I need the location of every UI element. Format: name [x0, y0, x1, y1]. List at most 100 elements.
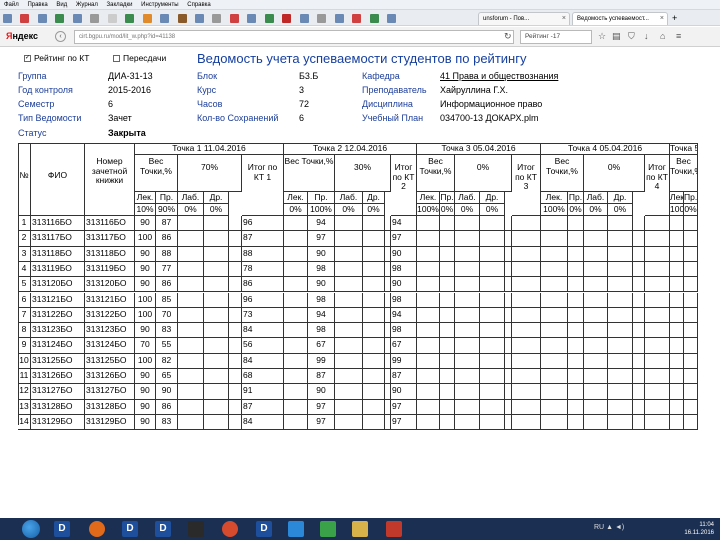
retake-checkbox[interactable]: Пересдачи — [113, 53, 166, 63]
page-title: Ведомость учета успеваемости студентов п… — [197, 51, 527, 66]
tab-label: Ведомость успеваемост... — [577, 16, 649, 22]
bookmark-icon[interactable] — [37, 14, 47, 23]
menu-icon[interactable]: ≡ — [676, 32, 681, 41]
bookmark-icon[interactable] — [352, 14, 362, 23]
bookmark-icon[interactable] — [194, 14, 204, 23]
record-book: 313127БО — [85, 384, 135, 400]
grade-cell — [541, 307, 568, 324]
tab-close-icon[interactable]: × — [562, 13, 566, 25]
bookmark-icon[interactable] — [90, 14, 100, 23]
grade-cell: 90 — [135, 246, 156, 262]
bookmark-icon[interactable] — [20, 14, 30, 23]
grade-cell — [670, 369, 684, 385]
grade-cell: 68 — [242, 369, 284, 385]
menu-edit[interactable]: Правка — [27, 2, 47, 8]
network-icon[interactable]: ▲ — [606, 524, 615, 531]
bookmark-icon[interactable] — [177, 14, 187, 23]
back-button[interactable]: ‹ — [55, 31, 66, 42]
tab-unsforum[interactable]: unsforum - Пов... × — [478, 12, 570, 25]
checkbox-icon[interactable] — [113, 55, 120, 63]
grade-cell — [178, 323, 204, 339]
shield-icon[interactable]: ⛉ — [628, 32, 635, 41]
new-tab-button[interactable]: + — [670, 12, 684, 25]
url-input[interactable]: cirt.bgpu.ru/mod/lit_w.php?id=41138 — [74, 30, 514, 44]
star-icon[interactable]: ☆ — [598, 32, 606, 41]
grade-cell — [417, 277, 440, 293]
checkbox-icon[interactable]: ✓ — [24, 55, 31, 63]
record-book: 313120БО — [85, 277, 135, 293]
type-value: Зачет — [108, 113, 132, 123]
grade-cell — [480, 216, 505, 232]
sub-weight: 100% — [417, 204, 440, 216]
bookmark-icon[interactable] — [160, 14, 170, 23]
grade-cell — [204, 231, 229, 247]
bookmark-icon[interactable] — [3, 14, 12, 23]
reload-icon[interactable]: ↻ — [504, 32, 512, 41]
grade-cell — [684, 353, 698, 369]
menu-tools[interactable]: Инструменты — [141, 2, 178, 8]
bookmark-icon[interactable] — [229, 14, 239, 23]
bookmark-icon[interactable] — [282, 14, 292, 23]
download-icon[interactable]: ↓ — [644, 32, 649, 41]
bookmark-icon[interactable] — [386, 14, 396, 23]
tab-close-icon[interactable]: × — [660, 13, 664, 25]
folder-icon[interactable] — [352, 521, 368, 537]
grade-cell: 83 — [156, 323, 178, 339]
grade-cell: 90 — [308, 246, 335, 262]
taskbar-app-d[interactable]: D — [256, 521, 272, 537]
taskbar-app-d[interactable]: D — [155, 521, 171, 537]
bookmark-icon[interactable] — [107, 14, 117, 23]
home-icon[interactable]: ⌂ — [660, 32, 665, 41]
yandex-logo[interactable]: Яндекс — [6, 31, 38, 41]
rating-checkbox[interactable]: ✓ Рейтинг по КТ — [24, 53, 89, 63]
lang-indicator[interactable]: RU — [594, 524, 604, 531]
bookmark-icon[interactable] — [142, 14, 152, 23]
grade-cell — [568, 307, 584, 324]
volume-icon[interactable]: ◄) — [615, 524, 624, 531]
tab-vedomost[interactable]: Ведомость успеваемост... × — [572, 12, 668, 25]
taskbar-app-icon[interactable] — [188, 521, 204, 537]
chrome-icon[interactable] — [222, 521, 238, 537]
grade-cell — [584, 216, 608, 232]
taskbar-app-icon[interactable] — [386, 521, 402, 537]
grade-cell — [363, 292, 385, 308]
grade-cell — [178, 307, 204, 324]
clock[interactable]: 11:04 16.11.2016 — [684, 521, 714, 537]
bookmark-icon[interactable] — [125, 14, 135, 23]
sub-header: Пр. — [308, 192, 335, 204]
grade-cell — [417, 369, 440, 385]
bookmark-icon[interactable] — [369, 14, 379, 23]
grade-cell: 100 — [135, 231, 156, 247]
menu-file[interactable]: Файл — [4, 2, 19, 8]
bookmark-icon[interactable] — [212, 14, 222, 23]
bookmark-icon[interactable] — [72, 14, 82, 23]
grade-cell — [178, 246, 204, 262]
menu-view[interactable]: Вид — [56, 2, 67, 8]
bookmark-icon[interactable] — [334, 14, 344, 23]
bookmarks-icon[interactable]: ▤ — [612, 32, 621, 41]
grade-cell — [440, 246, 455, 262]
bookmark-icon[interactable] — [247, 14, 257, 23]
weight-label: Вес Точки,% — [135, 155, 178, 192]
grade-cell — [608, 216, 633, 232]
bookmark-icon[interactable] — [264, 14, 274, 23]
grade-cell — [633, 292, 645, 308]
menu-history[interactable]: Журнал — [76, 2, 98, 8]
tray-icons[interactable]: RU ▲ ◄) — [594, 524, 624, 531]
excel-icon[interactable] — [320, 521, 336, 537]
bookmark-icon[interactable] — [317, 14, 327, 23]
grade-cell — [505, 231, 512, 247]
taskbar-app-d[interactable]: D — [122, 521, 138, 537]
dept-link[interactable]: 41 Права и обществознания — [440, 71, 558, 81]
firefox-icon[interactable] — [89, 521, 105, 537]
bookmark-icon[interactable] — [299, 14, 309, 23]
start-button[interactable] — [22, 520, 40, 538]
taskbar-app-d[interactable]: D — [54, 521, 70, 537]
menu-bookmarks[interactable]: Закладки — [107, 2, 133, 8]
student-name: 313116БО — [31, 216, 85, 232]
sub-header: Лек. — [284, 192, 308, 204]
menu-help[interactable]: Справка — [187, 2, 211, 8]
taskbar-app-icon[interactable] — [288, 521, 304, 537]
bookmark-icon[interactable] — [55, 14, 65, 23]
search-input[interactable]: Рейтинг -17 — [520, 30, 592, 44]
